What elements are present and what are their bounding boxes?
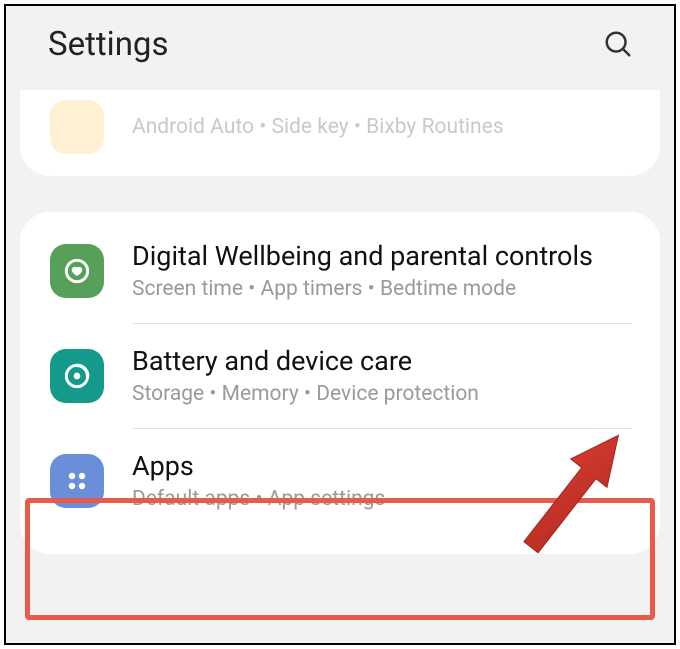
settings-row-title: Apps — [132, 450, 640, 483]
settings-row-title: Digital Wellbeing and parental controls — [132, 240, 640, 273]
settings-row-subtitle: Android Auto • Side key • Bixby Routines — [132, 114, 640, 141]
settings-group-main: Digital Wellbeing and parental controls … — [20, 212, 660, 554]
settings-row-battery-device-care[interactable]: Battery and device care Storage • Memory… — [20, 323, 660, 428]
settings-row-apps[interactable]: Apps Default apps • App settings — [20, 428, 660, 533]
settings-row-advanced[interactable]: Android Auto • Side key • Bixby Routines — [20, 96, 660, 154]
wellbeing-icon — [50, 244, 104, 298]
page-title: Settings — [48, 25, 169, 64]
settings-row-subtitle: Screen time • App timers • Bedtime mode — [132, 276, 640, 303]
battery-care-icon — [50, 349, 104, 403]
settings-row-title: Battery and device care — [132, 345, 640, 378]
settings-header: Settings — [6, 6, 674, 82]
search-icon — [603, 29, 633, 59]
settings-row-subtitle: Storage • Memory • Device protection — [132, 381, 640, 408]
apps-icon — [50, 454, 104, 508]
settings-row-subtitle: Default apps • App settings — [132, 486, 640, 513]
settings-group-partial: Android Auto • Side key • Bixby Routines — [20, 90, 660, 176]
search-button[interactable] — [598, 24, 638, 64]
settings-row-digital-wellbeing[interactable]: Digital Wellbeing and parental controls … — [20, 218, 660, 323]
advanced-icon — [50, 100, 104, 154]
